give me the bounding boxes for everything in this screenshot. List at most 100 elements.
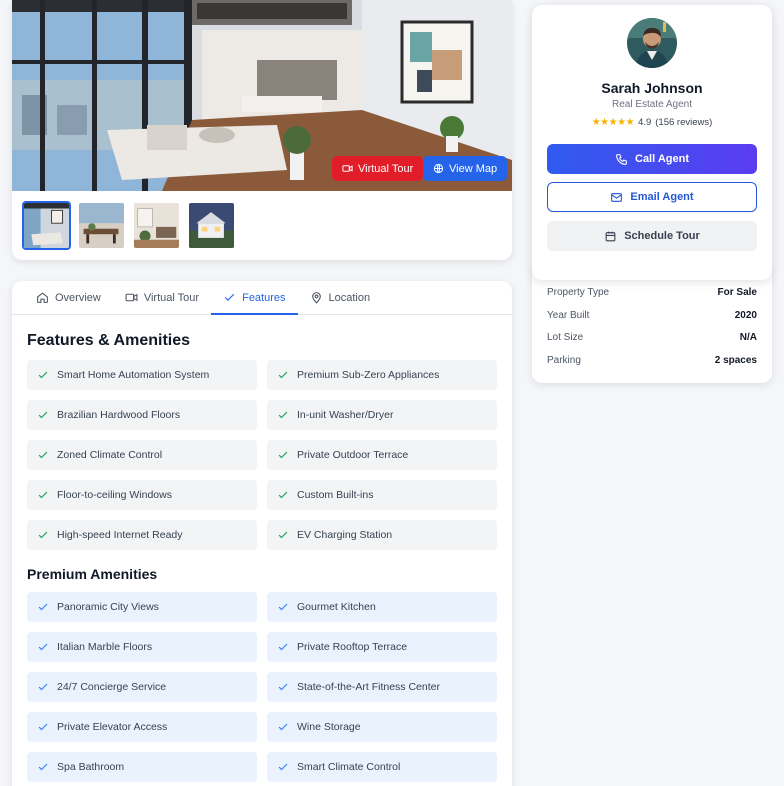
feature-label: Premium Sub-Zero Appliances (297, 369, 440, 381)
check-icon (38, 371, 48, 379)
feature-label: Italian Marble Floors (57, 641, 153, 653)
features-title: Features & Amenities (27, 332, 191, 349)
email-agent-label: Email Agent (630, 191, 694, 203)
agent-role: Real Estate Agent (611, 99, 693, 110)
features-grid: Smart Home Automation System Premium Sub-… (27, 360, 497, 550)
tab-overview[interactable]: Overview (24, 281, 113, 314)
feature-label: Spa Bathroom (57, 761, 125, 773)
mail-icon (611, 192, 623, 202)
detail-row-property-type: Property Type For Sale (547, 287, 757, 298)
review-count: (156 reviews) (655, 117, 713, 128)
feature-item: Brazilian Hardwood Floors (27, 400, 257, 430)
check-icon (38, 723, 48, 731)
feature-label: 24/7 Concierge Service (57, 681, 167, 693)
tab-virtual-tour[interactable]: Virtual Tour (113, 281, 211, 314)
check-icon (278, 603, 288, 611)
thumbnail-kitchen[interactable] (132, 201, 181, 250)
virtual-tour-button[interactable]: Virtual Tour (332, 156, 424, 181)
tab-label: Location (328, 291, 371, 304)
tab-label: Overview (55, 291, 101, 304)
feature-item: Zoned Climate Control (27, 440, 257, 470)
premium-amenities-grid: Panoramic City Views Gourmet Kitchen Itali… (27, 592, 497, 782)
feature-label: EV Charging Station (297, 529, 393, 541)
video-icon (125, 293, 138, 302)
feature-item: Custom Built-ins (267, 480, 497, 510)
email-agent-button[interactable]: Email Agent (547, 182, 757, 212)
hero-image[interactable]: Virtual Tour View Map (12, 0, 512, 191)
call-agent-button[interactable]: Call Agent (547, 144, 757, 174)
check-icon (278, 491, 288, 499)
check-icon (38, 763, 48, 771)
detail-row-lot-size: Lot Size N/A (547, 332, 757, 343)
feature-item: Premium Sub-Zero Appliances (267, 360, 497, 390)
feature-item: Smart Climate Control (267, 752, 497, 782)
check-icon (278, 723, 288, 731)
feature-item: High-speed Internet Ready (27, 520, 257, 550)
view-map-button[interactable]: View Map (423, 156, 508, 181)
tab-label: Virtual Tour (143, 291, 200, 304)
check-icon (224, 293, 235, 302)
feature-label: Panoramic City Views (57, 601, 159, 613)
feature-label: Private Outdoor Terrace (297, 449, 409, 461)
property-tabs-card: Overview Virtual Tour Features Location … (12, 281, 512, 786)
tab-location[interactable]: Location (298, 281, 383, 314)
check-icon (278, 451, 288, 459)
feature-label: Private Elevator Access (57, 721, 168, 733)
property-gallery: Virtual Tour View Map (12, 0, 512, 260)
tab-bar: Overview Virtual Tour Features Location (12, 281, 512, 315)
feature-label: Private Rooftop Terrace (297, 641, 408, 653)
check-icon (38, 683, 48, 691)
feature-item: Private Rooftop Terrace (267, 632, 497, 662)
view-map-label: View Map (449, 162, 498, 175)
check-icon (278, 643, 288, 651)
tab-label: Features (242, 291, 286, 304)
detail-value: For Sale (717, 287, 757, 298)
check-icon (278, 683, 288, 691)
thumbnail-living-room[interactable] (22, 201, 71, 250)
detail-value: N/A (739, 332, 757, 343)
thumbnail-house-exterior[interactable] (187, 201, 236, 250)
video-icon (342, 165, 353, 172)
tab-features[interactable]: Features (211, 281, 298, 315)
feature-label: Gourmet Kitchen (297, 601, 376, 613)
feature-item: Floor-to-ceiling Windows (27, 480, 257, 510)
feature-item: State-of-the-Art Fitness Center (267, 672, 497, 702)
check-icon (38, 451, 48, 459)
agent-name: Sarah Johnson (601, 80, 703, 96)
feature-item: EV Charging Station (267, 520, 497, 550)
feature-label: In-unit Washer/Dryer (297, 409, 394, 421)
premium-amenities-title: Premium Amenities (27, 566, 158, 582)
agent-rating: ★★★★★ 4.9 (156 reviews) (532, 117, 772, 128)
check-icon (38, 411, 48, 419)
feature-item: Panoramic City Views (27, 592, 257, 622)
feature-item: In-unit Washer/Dryer (267, 400, 497, 430)
feature-label: Smart Home Automation System (57, 369, 210, 381)
call-agent-label: Call Agent (635, 153, 689, 165)
feature-item: Private Outdoor Terrace (267, 440, 497, 470)
feature-label: Zoned Climate Control (57, 449, 163, 461)
check-icon (278, 371, 288, 379)
rating-value: 4.9 (638, 117, 652, 128)
feature-item: Italian Marble Floors (27, 632, 257, 662)
schedule-tour-label: Schedule Tour (624, 230, 700, 242)
check-icon (38, 603, 48, 611)
feature-item: Smart Home Automation System (27, 360, 257, 390)
schedule-tour-button[interactable]: Schedule Tour (547, 221, 757, 251)
detail-key: Parking (547, 355, 581, 366)
thumbnail-strip (22, 201, 236, 250)
feature-label: Wine Storage (297, 721, 361, 733)
map-pin-icon (311, 292, 321, 304)
feature-label: Brazilian Hardwood Floors (57, 409, 181, 421)
check-icon (38, 643, 48, 651)
check-icon (278, 411, 288, 419)
feature-label: Smart Climate Control (297, 761, 401, 773)
virtual-tour-label: Virtual Tour (358, 162, 414, 175)
property-details-card: Property Type For Sale Year Built 2020 L… (532, 265, 772, 383)
agent-card: Sarah Johnson Real Estate Agent ★★★★★ 4.… (532, 5, 772, 280)
detail-row-parking: Parking 2 spaces (547, 355, 757, 366)
feature-item: Private Elevator Access (27, 712, 257, 742)
thumbnail-dining-area[interactable] (77, 201, 126, 250)
check-icon (278, 763, 288, 771)
detail-value: 2 spaces (714, 355, 757, 366)
phone-icon (616, 153, 627, 165)
